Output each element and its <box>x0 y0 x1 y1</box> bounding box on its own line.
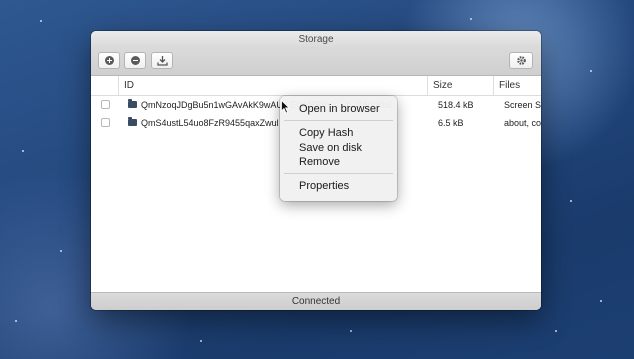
menu-item-save-on-disk[interactable]: Save on disk <box>299 141 362 155</box>
window-title: Storage <box>91 31 541 48</box>
gear-icon <box>516 56 526 65</box>
status-bar: Connected <box>91 292 541 310</box>
download-icon <box>156 55 168 66</box>
row-files: Screen S <box>504 100 541 110</box>
column-header-size[interactable]: Size <box>427 76 493 95</box>
row-checkbox[interactable] <box>101 118 110 127</box>
toolbar <box>91 48 541 76</box>
download-button[interactable] <box>151 52 173 69</box>
plus-circle-icon <box>104 56 114 65</box>
select-column-header <box>91 76 118 95</box>
column-header-id[interactable]: ID <box>118 76 427 95</box>
menu-item-copy-hash[interactable]: Copy Hash <box>299 126 353 140</box>
folder-icon <box>128 99 137 108</box>
minus-circle-icon <box>130 56 140 65</box>
row-checkbox[interactable] <box>101 100 110 109</box>
menu-item-open-in-browser[interactable]: Open in browser <box>299 102 380 116</box>
settings-button[interactable] <box>509 52 533 69</box>
row-files: about, co <box>504 118 541 128</box>
row-size: 518.4 kB <box>438 100 474 110</box>
menu-item-remove[interactable]: Remove <box>299 155 340 169</box>
folder-icon <box>128 117 137 126</box>
remove-button[interactable] <box>124 52 146 69</box>
add-button[interactable] <box>98 52 120 69</box>
menu-separator <box>284 120 393 121</box>
context-menu: Open in browser Copy Hash Save on disk R… <box>280 96 397 201</box>
menu-separator <box>284 173 393 174</box>
table-header: ID Size Files <box>91 76 541 96</box>
row-size: 6.5 kB <box>438 118 464 128</box>
menu-item-properties[interactable]: Properties <box>299 179 349 193</box>
column-header-files[interactable]: Files <box>493 76 541 95</box>
mouse-cursor-icon <box>281 100 290 114</box>
